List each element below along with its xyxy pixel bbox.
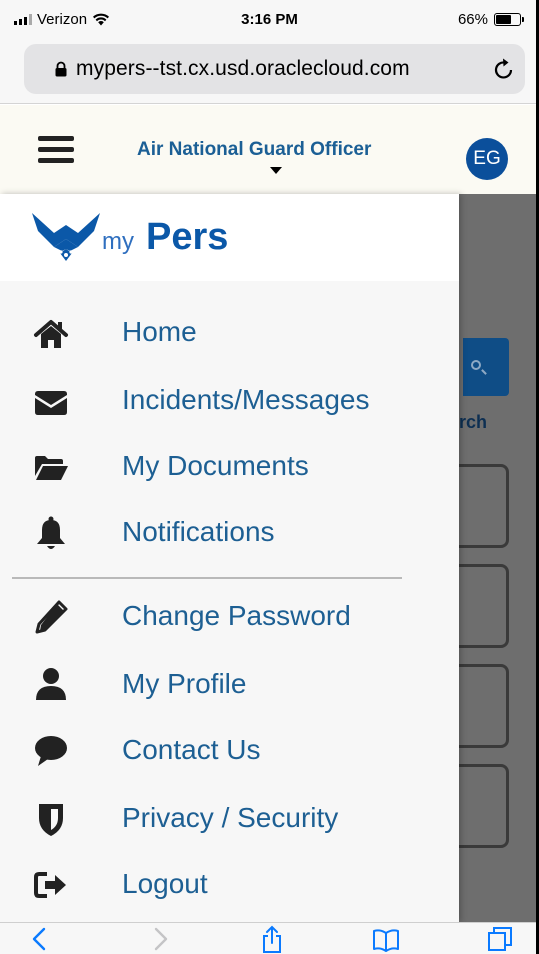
- menu-item-logout[interactable]: Logout: [0, 858, 459, 914]
- menu-item-change-password[interactable]: Change Password: [0, 590, 459, 646]
- forward-icon[interactable]: [146, 925, 174, 953]
- envelope-icon: [35, 391, 67, 415]
- menu-item-label: Incidents/Messages: [122, 384, 370, 415]
- back-icon[interactable]: [26, 925, 54, 953]
- menu-item-incidents-messages[interactable]: Incidents/Messages: [0, 374, 459, 430]
- browser-address-area: mypers--tst.cx.usd.oraclecloud.com: [0, 38, 539, 104]
- menu-item-label: Change Password: [122, 600, 351, 631]
- caret-down-icon[interactable]: [270, 167, 282, 174]
- menu-item-label: Logout: [122, 868, 208, 899]
- role-selector[interactable]: Air National Guard Officer: [137, 139, 371, 161]
- lock-icon: [55, 61, 67, 77]
- menu-item-notifications[interactable]: Notifications: [0, 506, 459, 562]
- battery-icon: [494, 13, 524, 26]
- battery-group: 66%: [457, 11, 524, 28]
- share-icon[interactable]: [258, 925, 286, 953]
- sign-out-icon: [34, 872, 66, 898]
- menu-item-my-documents[interactable]: My Documents: [0, 440, 459, 496]
- brand-name: Pers: [146, 216, 229, 258]
- home-icon: [34, 320, 68, 348]
- menu-item-privacy-security[interactable]: Privacy / Security: [0, 792, 459, 848]
- hamburger-menu-icon[interactable]: [38, 136, 74, 166]
- tabs-icon[interactable]: [486, 925, 514, 953]
- menu-item-label: My Documents: [122, 450, 309, 481]
- menu-item-my-profile[interactable]: My Profile: [0, 658, 459, 714]
- search-icon: [471, 360, 481, 370]
- menu-item-contact-us[interactable]: Contact Us: [0, 724, 459, 780]
- background-page-overlay[interactable]: rch: [449, 194, 539, 922]
- speech-bubble-icon: [35, 736, 67, 766]
- menu-item-home[interactable]: Home: [0, 306, 459, 362]
- status-bar: Verizon 3:16 PM 66%: [0, 0, 539, 38]
- navigation-drawer: my Pers Home Incidents/Messages My Docum…: [0, 194, 459, 922]
- folder-open-icon: [35, 456, 68, 480]
- browser-toolbar: [0, 922, 539, 954]
- background-search-label: rch: [459, 412, 488, 432]
- address-bar[interactable]: mypers--tst.cx.usd.oraclecloud.com: [24, 44, 525, 94]
- user-avatar[interactable]: EG: [466, 138, 508, 180]
- bookmarks-icon[interactable]: [372, 925, 400, 953]
- menu-divider: [12, 577, 402, 579]
- air-force-logo-icon: [32, 213, 100, 261]
- menu-item-label: Notifications: [122, 516, 275, 547]
- battery-percent: 66%: [457, 11, 488, 28]
- background-search-button: [463, 338, 509, 396]
- brand-header: my Pers: [0, 194, 459, 281]
- bell-icon: [37, 516, 65, 549]
- menu-item-label: Contact Us: [122, 734, 261, 765]
- url-text[interactable]: mypers--tst.cx.usd.oraclecloud.com: [76, 57, 410, 81]
- reload-icon[interactable]: [491, 56, 517, 82]
- menu-item-label: My Profile: [122, 668, 247, 699]
- brand-prefix: my: [102, 228, 134, 255]
- menu-item-label: Home: [122, 316, 197, 347]
- pencil-icon: [35, 600, 68, 634]
- user-icon: [36, 668, 66, 700]
- app-header: Air National Guard Officer EG: [0, 105, 539, 194]
- menu-item-label: Privacy / Security: [122, 802, 339, 833]
- shield-icon: [39, 804, 63, 836]
- phone-screen: Verizon 3:16 PM 66% mypers--tst.cx.usd.o…: [0, 0, 539, 954]
